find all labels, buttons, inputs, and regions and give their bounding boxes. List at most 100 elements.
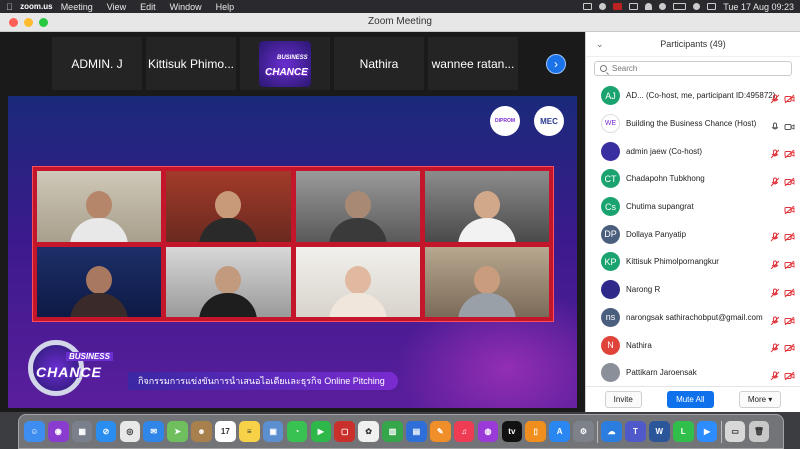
dock-app-word-icon[interactable]: W [648, 421, 670, 442]
dock-app-launchpad-icon[interactable]: ▦ [71, 421, 93, 442]
wifi-icon[interactable] [645, 3, 653, 10]
thumbnail-tile-logo[interactable]: CHANCE BUSINESS [240, 37, 330, 90]
control-center-icon[interactable] [707, 3, 717, 10]
apple-menu-icon[interactable]:  [6, 2, 16, 12]
participant-row[interactable]: N Nathira [586, 331, 800, 359]
video-off-icon[interactable] [784, 285, 795, 298]
participant-row[interactable]: Cs Chutima supangrat [586, 193, 800, 221]
mic-muted-icon[interactable] [770, 285, 780, 298]
video-off-icon[interactable] [784, 368, 795, 381]
participant-row[interactable]: CT Chadapohn Tubkhong [586, 165, 800, 193]
video-tile[interactable] [37, 171, 162, 242]
video-off-icon[interactable] [784, 340, 795, 353]
menu-window[interactable]: Window [170, 2, 202, 12]
thumbnail-tile[interactable]: ADMIN. J [52, 37, 142, 90]
dock-app-pages-icon[interactable]: ✎ [429, 421, 451, 442]
participant-row[interactable]: Narong R [586, 276, 800, 304]
dock-app-icloud-icon[interactable]: ☁ [601, 421, 622, 442]
dock-app-safari-icon[interactable]: ⊘ [95, 421, 117, 442]
video-tile[interactable] [295, 171, 420, 242]
mute-all-button[interactable]: Mute All [667, 391, 714, 408]
menu-view[interactable]: View [107, 2, 126, 12]
video-tile[interactable] [295, 246, 420, 317]
dock-app-zoom-icon[interactable]: ▶ [696, 421, 718, 442]
dock-app-podcasts-icon[interactable]: ◍ [477, 421, 499, 442]
menu-help[interactable]: Help [216, 2, 235, 12]
mic-icon[interactable] [770, 119, 780, 130]
participant-search-input[interactable]: Search [594, 61, 792, 76]
dock-app-tv-icon[interactable]: tv [501, 421, 523, 442]
participants-title: Participants (49) [660, 39, 726, 49]
video-icon[interactable] [784, 119, 795, 130]
dock-app-numbers-icon[interactable]: ▥ [382, 421, 403, 442]
dock-app-books-icon[interactable]: ▯ [525, 421, 547, 442]
video-tile[interactable] [424, 171, 549, 242]
dock-app-mail-icon[interactable]: ✉ [143, 421, 165, 442]
chevron-down-icon[interactable]: ⌄ [596, 39, 604, 50]
dock-app-trash-icon[interactable]: 🗑 [748, 421, 770, 442]
video-off-icon[interactable] [784, 174, 795, 187]
participant-row[interactable]: DP Dollaya Panyatip [586, 220, 800, 248]
invite-button[interactable]: Invite [604, 391, 642, 408]
dock-app-facetime-icon[interactable]: ▶ [310, 421, 332, 442]
participant-row[interactable]: KP Kittisuk Phimolpornangkur [586, 248, 800, 276]
video-tile[interactable] [166, 246, 291, 317]
spotlight-search-icon[interactable] [693, 3, 701, 10]
video-off-icon[interactable] [784, 91, 795, 104]
dock-app-photo-window-icon[interactable]: ▭ [724, 421, 746, 442]
thumbnail-tile[interactable]: wannee ratan... [428, 37, 518, 90]
dock-app-photo-booth-icon[interactable]: ▢ [334, 421, 356, 442]
dock-app-calendar-icon[interactable]: 17 [215, 421, 236, 442]
participant-row[interactable]: WE Building the Business Chance (Host) [586, 110, 800, 138]
dock-app-notes-icon[interactable]: ≡ [238, 421, 260, 442]
dock-app-photos-icon[interactable]: ✿ [358, 421, 379, 442]
menu-meeting[interactable]: Meeting [61, 2, 93, 12]
dock-app-messages-icon[interactable]: ◔ [286, 421, 308, 442]
video-tile[interactable] [166, 171, 291, 242]
mic-muted-icon[interactable] [770, 257, 780, 270]
dock-app-maps-icon[interactable]: ➤ [167, 421, 188, 442]
dock-app-chrome-icon[interactable]: ◎ [119, 421, 141, 442]
dock-app-music-icon[interactable]: ♫ [453, 421, 475, 442]
thumbnail-tile[interactable]: Nathira [334, 37, 424, 90]
record-status-icon[interactable] [599, 3, 607, 10]
participant-row[interactable]: Pattikarn Jaroensak [586, 359, 800, 387]
participant-row[interactable]: AJ AD... (Co-host, me, participant ID:495… [586, 82, 800, 110]
video-off-icon[interactable] [784, 202, 795, 215]
dock-app-finder-icon[interactable]: ☺ [24, 421, 45, 442]
video-off-icon[interactable] [784, 257, 795, 270]
mic-muted-icon[interactable] [770, 340, 780, 353]
dock-app-keynote-icon[interactable]: ▤ [406, 421, 427, 442]
menu-edit[interactable]: Edit [140, 2, 156, 12]
mic-muted-icon[interactable] [770, 313, 780, 325]
next-page-arrow-button[interactable]: › [546, 54, 566, 74]
mic-muted-icon[interactable] [770, 229, 780, 242]
mic-muted-icon[interactable] [770, 146, 780, 159]
video-off-icon[interactable] [784, 313, 795, 325]
screen-icon[interactable] [629, 3, 639, 10]
participant-row[interactable]: admin jaew (Co-host) [586, 137, 800, 165]
bluetooth-icon[interactable] [659, 3, 667, 10]
mic-muted-icon[interactable] [770, 91, 780, 104]
menubar-datetime[interactable]: Tue 17 Aug 09:23 [723, 2, 794, 12]
flag-input-icon[interactable] [613, 3, 623, 10]
participant-row[interactable]: ns narongsak sathirachobput@gmail.com [586, 304, 800, 332]
mic-muted-icon[interactable] [770, 368, 780, 381]
video-off-icon[interactable] [784, 146, 795, 159]
battery-icon[interactable] [673, 3, 687, 10]
video-off-icon[interactable] [784, 229, 795, 242]
dock-app-teams-icon[interactable]: T [625, 421, 646, 442]
mic-muted-icon[interactable] [770, 174, 780, 187]
dock-app-contacts-icon[interactable]: ☻ [191, 421, 212, 442]
more-button[interactable]: More ▾ [738, 391, 782, 408]
dock-app-line-icon[interactable]: L [672, 421, 694, 442]
zoom-status-icon[interactable] [583, 3, 593, 10]
dock-app-system-preferences-icon[interactable]: ⚙ [573, 421, 594, 442]
video-tile[interactable] [37, 246, 162, 317]
video-tile[interactable] [424, 246, 549, 317]
participant-avatar [601, 280, 620, 300]
dock-app-siri-icon[interactable]: ◉ [47, 421, 69, 442]
dock-app-preview-icon[interactable]: ▣ [262, 421, 284, 442]
dock-app-app-store-icon[interactable]: A [549, 421, 570, 442]
thumbnail-tile[interactable]: Kittisuk Phimo... [146, 37, 236, 90]
